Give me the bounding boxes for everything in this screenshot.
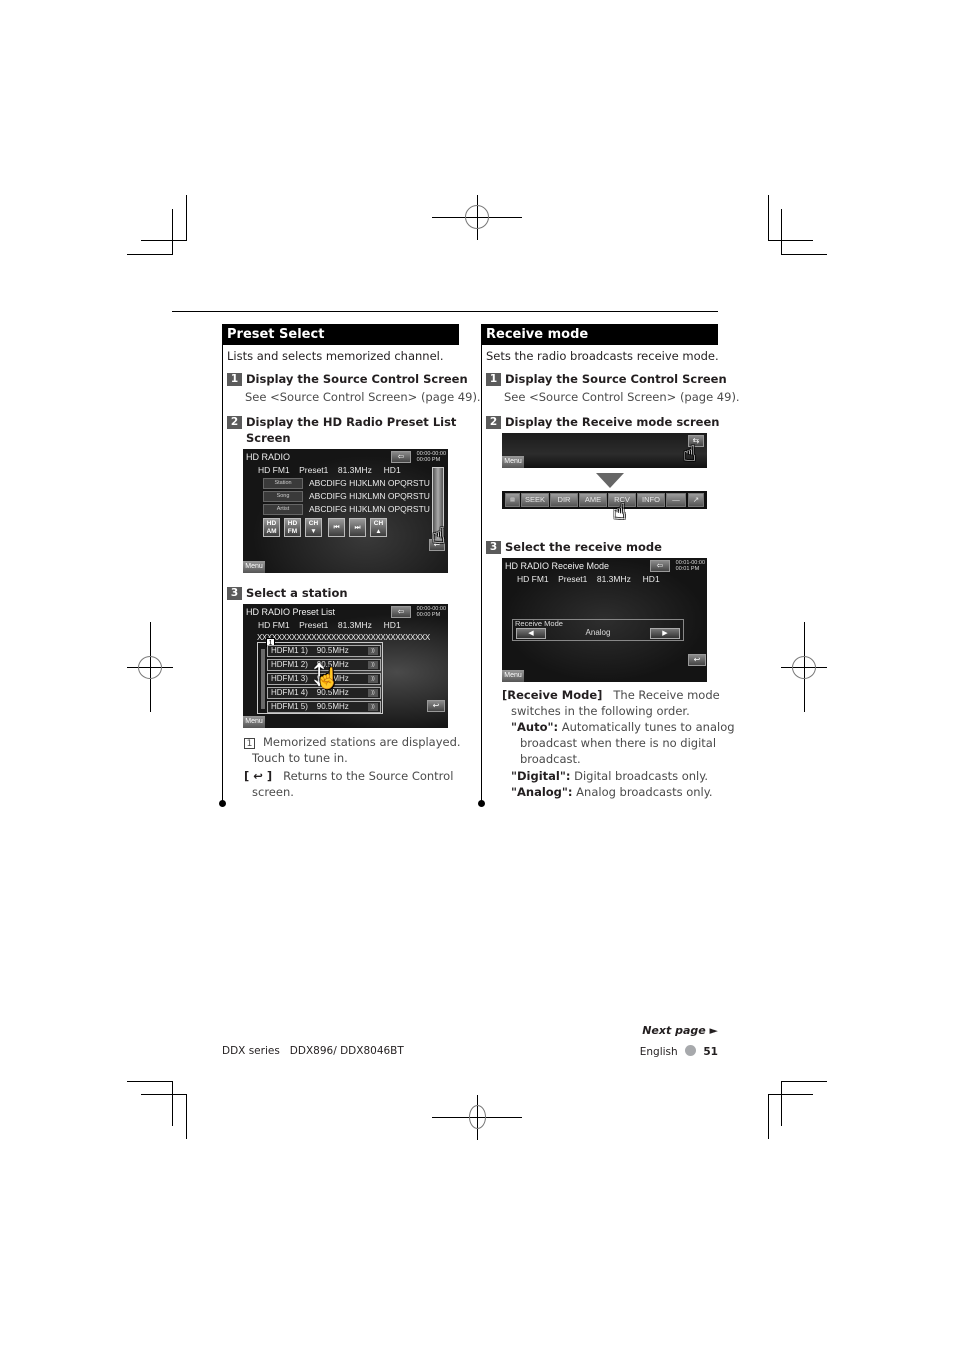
station-row: Station ABCDIFG HIJKLMN OPQRSTU: [263, 478, 430, 490]
top-rule: [172, 311, 718, 312]
touch-hand-icon: ☝: [315, 668, 340, 690]
right-step-1-detail: See <Source Control Screen> (page 49).: [504, 390, 740, 404]
hd-fm-button[interactable]: HD FM: [284, 518, 301, 537]
step-number: 3: [227, 587, 242, 600]
left-step-1: 1 Display the Source Control Screen: [227, 371, 468, 387]
left-step-1-detail: See <Source Control Screen> (page 49).: [245, 390, 481, 404]
right-step-3: 3 Select the receive mode: [486, 539, 662, 555]
right-column-end-dot: [478, 800, 485, 807]
next-page-label: Next page ►: [642, 1024, 718, 1037]
step-title: Display the HD Radio Preset List: [246, 415, 457, 429]
left-column-rule: [222, 325, 223, 803]
menu-button[interactable]: Menu: [502, 456, 524, 468]
clock-readout: 00:00-00:00 00:00 PM: [416, 451, 446, 463]
right-step-2: 2 Display the Receive mode screen: [486, 414, 719, 430]
dir-button[interactable]: DIR: [550, 493, 578, 507]
screen-title: HD RADIO Preset List: [246, 607, 336, 617]
receive-mode-panel: Receive Mode ◀ Analog ▶: [512, 619, 684, 641]
note-callout-1: 1 Memorized stations are displayed. Touch…: [244, 734, 461, 766]
station-info: HD FM1 Preset1 81.3MHz HD1: [517, 574, 660, 584]
step-title: Display the Source Control Screen: [246, 372, 468, 386]
left-column-end-dot: [219, 800, 226, 807]
touch-hand-icon: ☝: [613, 500, 627, 525]
scrollbar[interactable]: [261, 649, 265, 709]
right-column-rule: [481, 325, 482, 803]
step-number: 1: [227, 373, 242, 386]
touch-hand-icon: ☝: [683, 442, 697, 467]
dash-button[interactable]: —: [666, 493, 686, 507]
callout-marker: 1: [244, 738, 255, 749]
return-button[interactable]: ↩: [427, 700, 445, 712]
touch-hand-icon: ☝: [432, 524, 446, 549]
back-button[interactable]: ⇦: [391, 606, 411, 618]
page-info: English 51: [640, 1045, 718, 1058]
down-arrow-icon: [596, 473, 624, 488]
ch-up-button[interactable]: CH ▲: [370, 518, 387, 537]
ame-button[interactable]: AME: [579, 493, 607, 507]
preset-row[interactable]: HDFM1 5) 90.5MHz)): [267, 701, 381, 713]
step-number: 2: [227, 416, 242, 429]
receive-mode-description: [Receive Mode] The Receive mode switches…: [502, 688, 720, 718]
next-button[interactable]: ⏭: [349, 518, 366, 537]
info-button[interactable]: INFO: [637, 493, 665, 507]
step-title: Select a station: [246, 586, 348, 600]
language-label: English: [639, 1046, 678, 1058]
menu-button[interactable]: Menu: [243, 561, 265, 573]
seek-button[interactable]: SEEK: [521, 493, 549, 507]
clock-readout: 00:00-00:00 00:00 PM: [416, 606, 446, 618]
step-title-line2: Screen: [246, 431, 291, 445]
receive-mode-intro: Sets the radio broadcasts receive mode.: [486, 349, 719, 363]
option-analog: "Analog": Analog broadcasts only.: [511, 785, 713, 799]
receive-mode-heading: Receive mode: [481, 324, 718, 345]
step-title: Select the receive mode: [505, 540, 662, 554]
menu-button[interactable]: Menu: [502, 670, 524, 682]
step-number: 2: [486, 416, 501, 429]
function-bar-icon-button[interactable]: ▤: [505, 493, 520, 507]
right-step-1: 1 Display the Source Control Screen: [486, 371, 727, 387]
scrolling-text: XXXXXXXXXXXXXXXXXXXXXXXXXXXXXXXXXXX: [257, 633, 430, 642]
page-dot-icon: [685, 1045, 697, 1056]
artist-row: Artist ABCDIFG HIJKLMN OPQRSTU: [263, 504, 430, 516]
step-title: Display the Receive mode screen: [505, 415, 720, 429]
ch-down-button[interactable]: CH ▼: [305, 518, 322, 537]
return-icon: [ ↩ ]: [244, 769, 273, 783]
hd-radio-screen: HD RADIO ⇦ 00:00-00:00 00:00 PM HD FM1 Pr…: [243, 449, 448, 573]
page-number: 51: [703, 1046, 718, 1058]
receive-mode-screen: HD RADIO Receive Mode ⇦ 00:01-00:00 00:01…: [502, 558, 707, 682]
station-info: HD FM1 Preset1 81.3MHz HD1: [258, 465, 401, 475]
left-step-3: 3 Select a station: [227, 585, 348, 601]
preset-select-heading: Preset Select: [222, 324, 459, 345]
clock-readout: 00:01-00:00 00:01 PM: [675, 560, 705, 572]
step-number: 1: [486, 373, 501, 386]
step-title: Display the Source Control Screen: [505, 372, 727, 386]
left-step-2: 2 Display the HD Radio Preset List Screen: [227, 414, 456, 446]
return-button[interactable]: ↩: [688, 654, 706, 666]
screen-title: HD RADIO: [246, 452, 291, 462]
menu-button[interactable]: Menu: [243, 716, 265, 728]
next-mode-button[interactable]: ▶: [650, 628, 680, 639]
prev-button[interactable]: ⏮: [328, 518, 345, 537]
station-info: HD FM1 Preset1 81.3MHz HD1: [258, 620, 401, 630]
hd-am-button[interactable]: HD AM: [263, 518, 280, 537]
function-bar: ▤ SEEK DIR AME RCV INFO — ↗: [502, 491, 707, 509]
song-row: Song ABCDIFG HIJKLMN OPQRSTU: [263, 491, 430, 503]
source-control-screen-snippet: ⇆ Menu: [502, 433, 707, 468]
back-button[interactable]: ⇦: [650, 560, 670, 572]
option-digital: "Digital": Digital broadcasts only.: [511, 769, 709, 783]
screen-title: HD RADIO Receive Mode: [505, 561, 610, 571]
option-auto: "Auto": Automatically tunes to analog br…: [511, 720, 735, 766]
close-bar-button[interactable]: ↗: [688, 493, 704, 507]
preset-select-intro: Lists and selects memorized channel.: [227, 349, 444, 363]
model-label: DDX series DDX896/ DDX8046BT: [222, 1045, 404, 1057]
step-number: 3: [486, 541, 501, 554]
note-return: [ ↩ ] Returns to the Source Control scre…: [244, 769, 454, 799]
receive-mode-label: Receive Mode: [515, 619, 563, 628]
back-button[interactable]: ⇦: [391, 451, 411, 463]
preset-list-screen: HD RADIO Preset List ⇦ 00:00-00:00 00:00 …: [243, 604, 448, 728]
